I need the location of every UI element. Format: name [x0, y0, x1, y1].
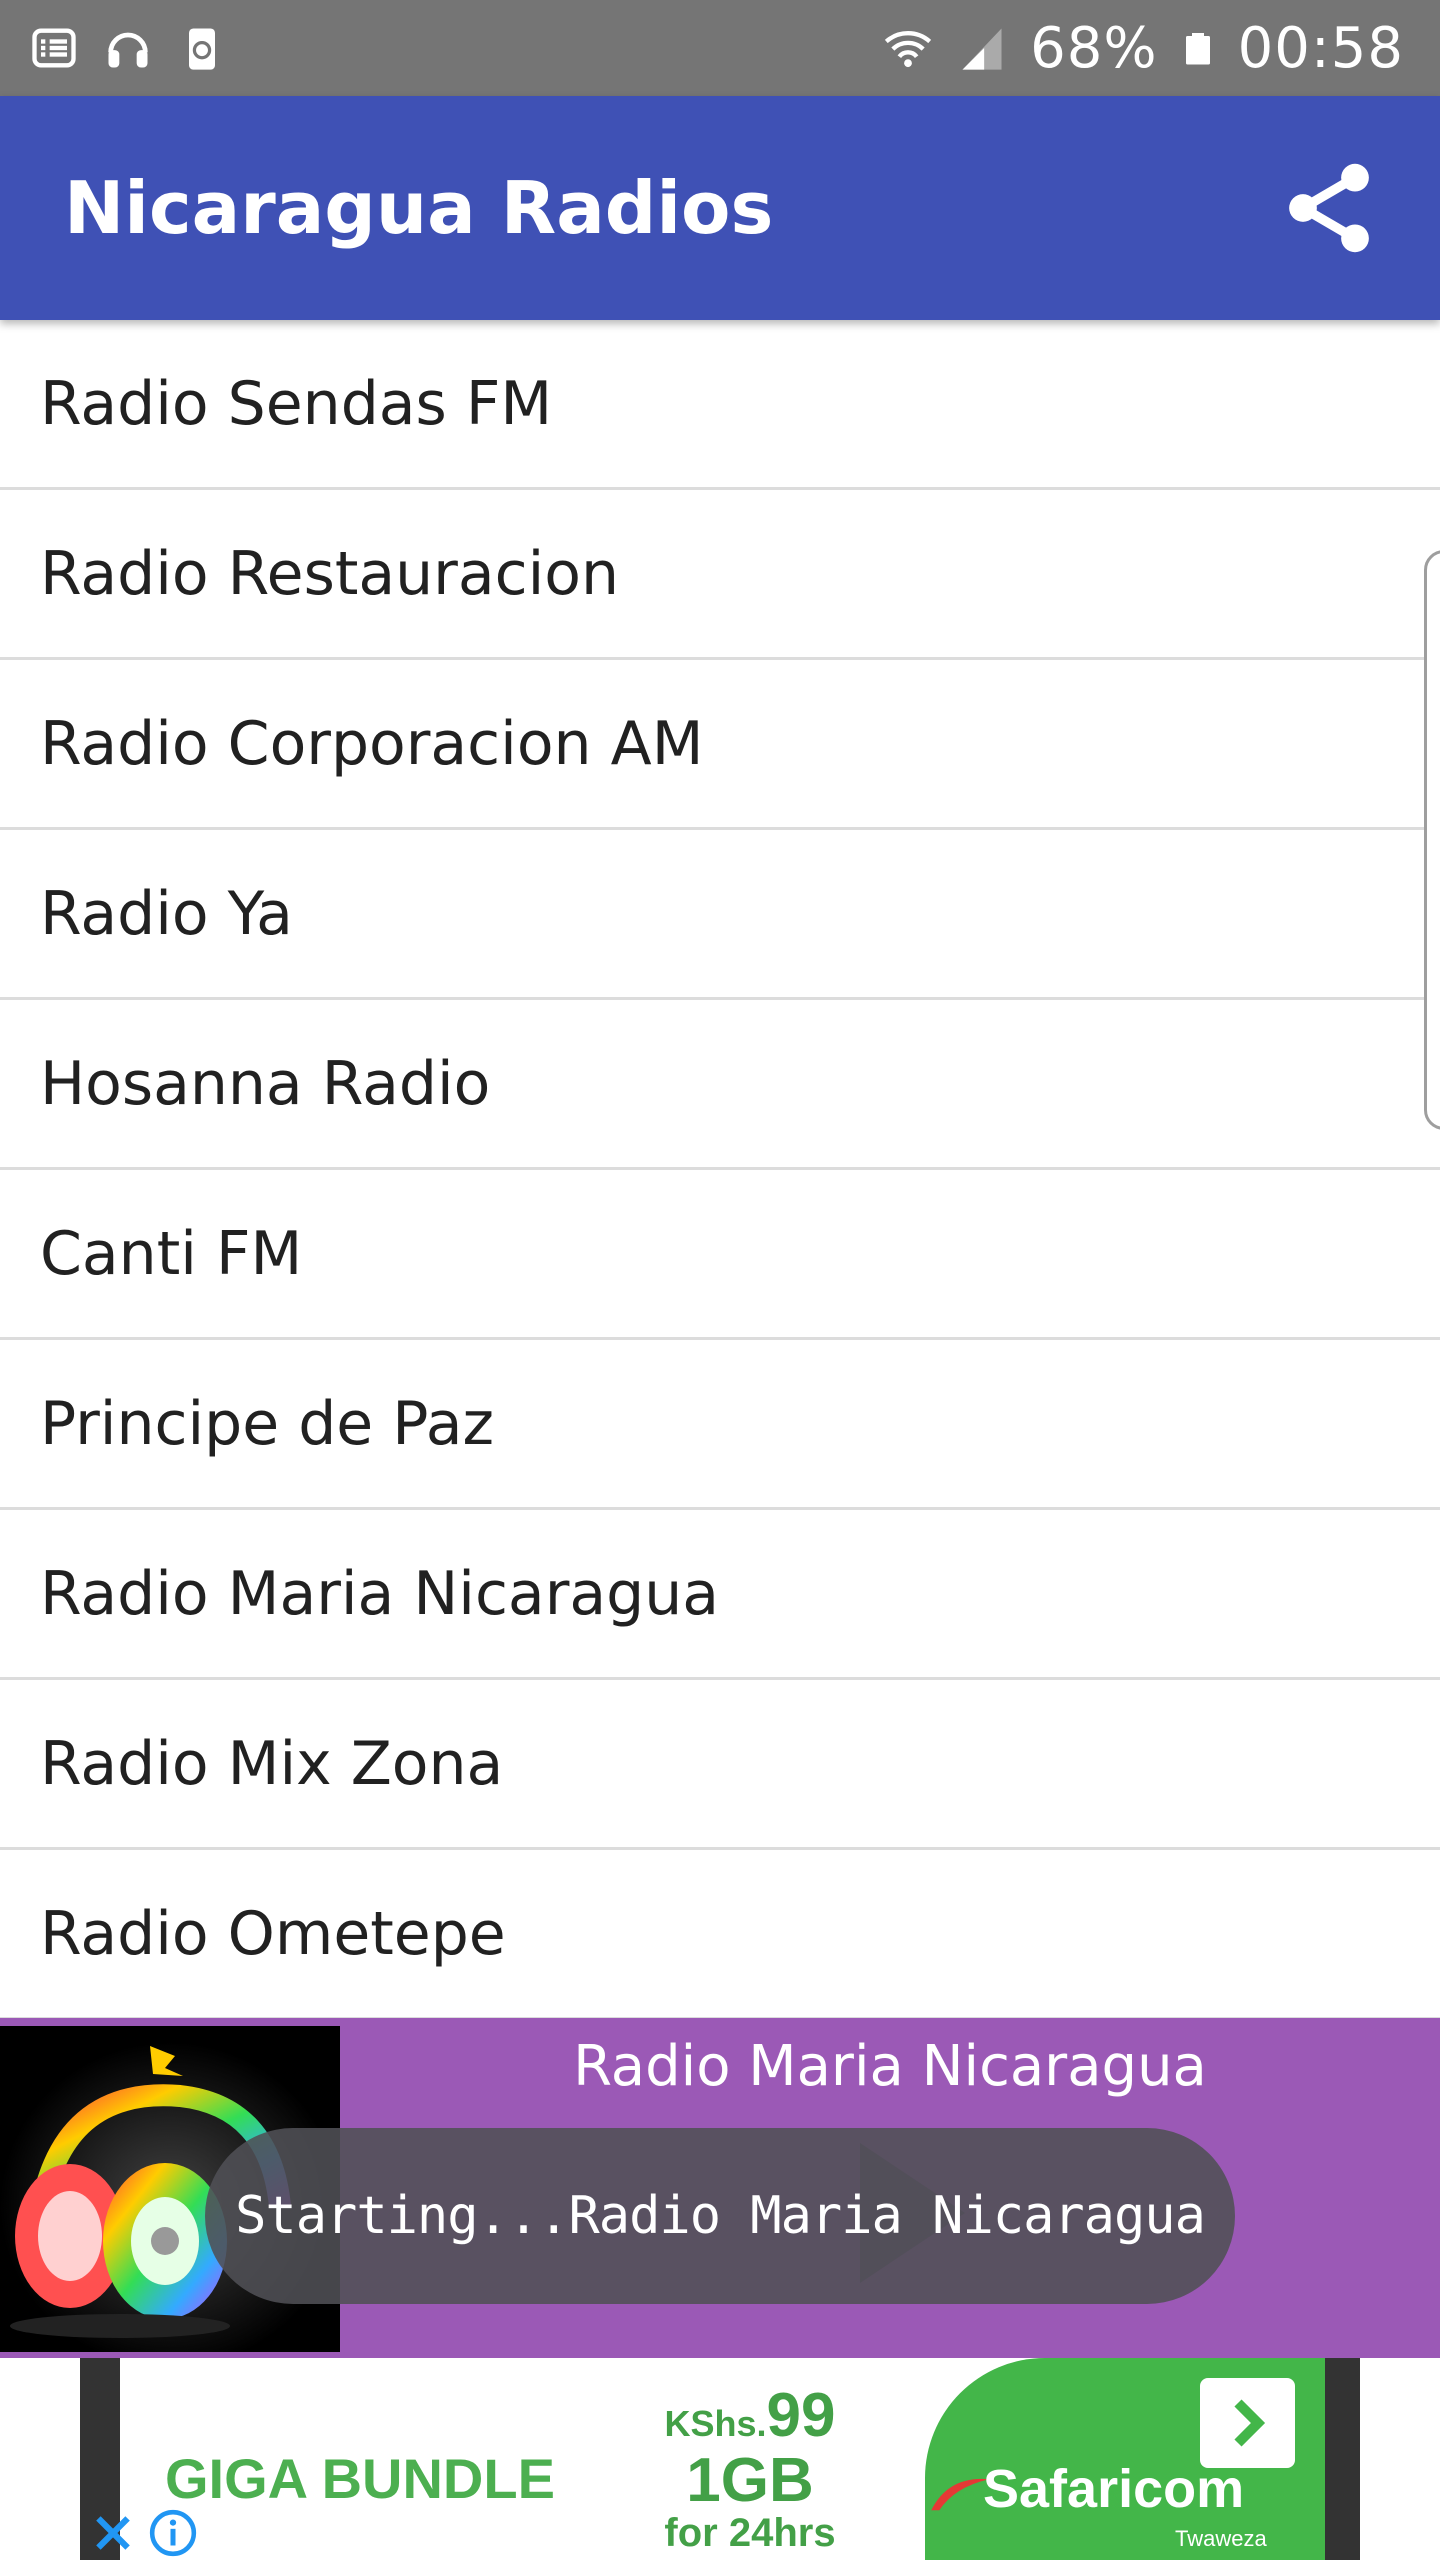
station-label: Radio Ya: [40, 878, 293, 949]
ad-tagline: Twaweza: [1175, 2526, 1267, 2551]
toast: Starting...Radio Maria Nicaragua: [205, 2128, 1235, 2304]
battery-percent: 68%: [1030, 15, 1158, 81]
chevron-right-icon: [1233, 2399, 1265, 2447]
ad-edge-right: [1320, 2358, 1360, 2560]
ad-validity: for 24hrs: [664, 2511, 836, 2555]
station-label: Radio Sendas FM: [40, 368, 553, 439]
list-item[interactable]: Radio Maria Nicaragua: [0, 1510, 1440, 1680]
station-label: Hosanna Radio: [40, 1048, 491, 1119]
wifi-icon: [885, 31, 932, 68]
battery-icon: [1185, 33, 1210, 65]
ad-headline: GIGA BUNDLE: [165, 2447, 555, 2510]
station-label: Radio Maria Nicaragua: [40, 1558, 720, 1629]
close-icon[interactable]: [88, 2508, 138, 2558]
share-button[interactable]: [1274, 153, 1384, 263]
clock: 00:58: [1237, 15, 1404, 81]
info-icon[interactable]: [148, 2508, 198, 2558]
list-item[interactable]: Radio Ya: [0, 830, 1440, 1000]
station-label: Radio Corporacion AM: [40, 708, 704, 779]
toast-message: Starting...Radio Maria Nicaragua: [235, 2186, 1206, 2246]
app-title: Nicaragua Radios: [64, 166, 774, 250]
ad-price-value: 99: [766, 2381, 836, 2450]
list-item[interactable]: Radio Corporacion AM: [0, 660, 1440, 830]
list-item[interactable]: Hosanna Radio: [0, 1000, 1440, 1170]
station-label: Radio Mix Zona: [40, 1728, 504, 1799]
ad-volume: 1GB: [686, 2446, 814, 2515]
list-item[interactable]: Radio Ometepe: [0, 1850, 1440, 2020]
signal-icon: [962, 28, 1002, 70]
station-label: Principe de Paz: [40, 1388, 495, 1459]
scrollbar-handle[interactable]: [1424, 550, 1440, 1130]
app-bar: Nicaragua Radios: [0, 96, 1440, 320]
station-label: Radio Ometepe: [40, 1898, 506, 1969]
station-label: Canti FM: [40, 1218, 303, 1289]
list-item[interactable]: Radio Mix Zona: [0, 1680, 1440, 1850]
status-left-icons: [28, 22, 228, 74]
ad-price: KShs.99 1GB for 24hrs: [630, 2380, 870, 2556]
share-icon: [1289, 163, 1369, 253]
list-item[interactable]: Canti FM: [0, 1170, 1440, 1340]
ad-currency: KShs.: [664, 2403, 767, 2444]
ad-cta-button[interactable]: [1200, 2378, 1295, 2468]
status-bar: 68% 00:58: [0, 0, 1440, 96]
recycle-storage-icon: [189, 28, 215, 70]
station-list: Radio Sendas FM Radio Restauracion Radio…: [0, 320, 1440, 2020]
station-label: Radio Restauracion: [40, 538, 619, 609]
list-item[interactable]: Principe de Paz: [0, 1340, 1440, 1510]
now-playing-title: Radio Maria Nicaragua: [573, 2034, 1207, 2099]
status-right-icons: 68% 00:58: [882, 16, 1404, 81]
list-item[interactable]: Radio Restauracion: [0, 490, 1440, 660]
headset-icon: [108, 32, 148, 68]
notification-list-icon: [32, 28, 76, 68]
ad-banner[interactable]: GIGA BUNDLE KShs.99 1GB for 24hrs Safari…: [80, 2358, 1360, 2560]
list-item[interactable]: Radio Sendas FM: [0, 320, 1440, 490]
